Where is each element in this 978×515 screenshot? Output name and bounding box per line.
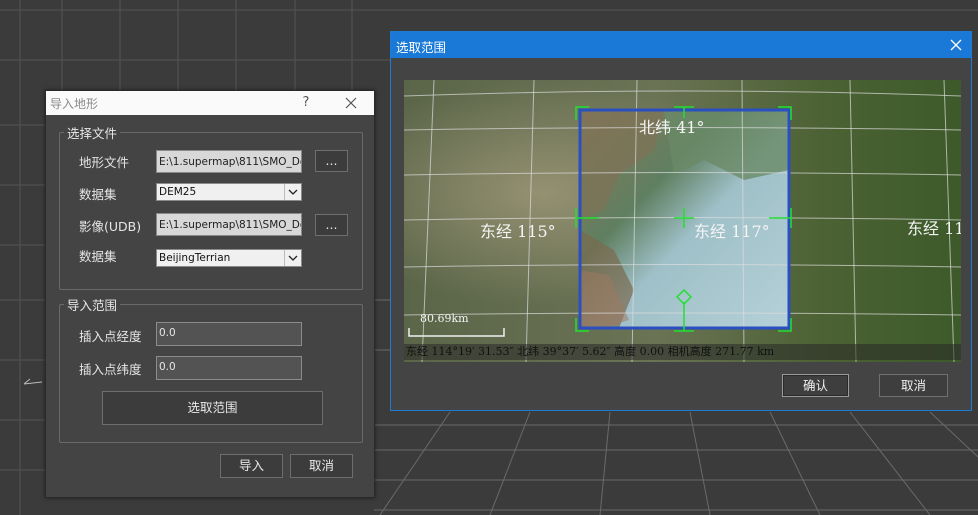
lon-label-right: 东经 11: [907, 219, 961, 238]
dataset-select-value: DEM25: [159, 186, 197, 198]
dataset2-select-value: BeijingTerrian: [159, 252, 231, 264]
file-group-label: 选择文件: [64, 123, 121, 142]
close-icon: [345, 97, 357, 109]
select-dialog-title: 选取范围: [396, 40, 447, 55]
import-dialog-close-button[interactable]: [340, 93, 362, 113]
terrain-file-path[interactable]: E:\1.supermap\811\SMO_Dot: [156, 150, 302, 173]
dataset2-label: 数据集: [79, 249, 117, 264]
insert-lat-label: 插入点纬度: [79, 362, 142, 377]
lon-label-left: 东经 115°: [480, 222, 556, 241]
select-range-dialog: 选取范围 北纬 41° 东经 115° 东经 117° 东经 11 80.69k…: [390, 31, 972, 411]
import-dialog-titlebar[interactable]: 导入地形 ?: [46, 91, 374, 115]
import-button[interactable]: 导入: [220, 454, 283, 478]
confirm-button[interactable]: 确认: [782, 374, 849, 397]
select-dialog-close-button[interactable]: [946, 35, 966, 55]
image-browse-button[interactable]: ...: [315, 214, 348, 236]
image-udb-label: 影像(UDB): [79, 219, 142, 234]
terrain-map[interactable]: 北纬 41° 东经 115° 东经 117° 东经 11 80.69km 东经 …: [404, 80, 961, 362]
close-icon: [950, 39, 962, 51]
select-range-button[interactable]: 选取范围: [102, 391, 323, 425]
insert-lon-input[interactable]: 0.0: [156, 322, 302, 346]
lon-label-mid: 东经 117°: [694, 222, 770, 241]
chevron-down-icon: [284, 250, 301, 266]
terrain-browse-button[interactable]: ...: [315, 150, 348, 172]
import-dialog-title: 导入地形: [50, 97, 99, 111]
terrain-file-label: 地形文件: [79, 155, 130, 170]
import-terrain-dialog: 导入地形 ? 选择文件 地形文件 E:\1.supermap\811\SMO_D…: [45, 90, 375, 498]
help-button[interactable]: ?: [296, 93, 316, 113]
select-dialog-titlebar[interactable]: 选取范围: [391, 32, 971, 58]
scale-label: 80.69km: [420, 312, 469, 325]
map-status-bar: 东经 114°19′ 31.53″ 北纬 39°37′ 5.62″ 高度 0.0…: [404, 344, 961, 360]
dataset-select[interactable]: DEM25: [156, 183, 302, 201]
image-file-path[interactable]: E:\1.supermap\811\SMO_Dot: [156, 213, 302, 236]
cancel-button[interactable]: 取消: [290, 454, 353, 478]
range-group-label: 导入范围: [64, 295, 121, 314]
dataset-label: 数据集: [79, 187, 117, 202]
insert-lat-input[interactable]: 0.0: [156, 356, 302, 380]
lat-label: 北纬 41°: [639, 118, 704, 137]
axis-gizmo-icon: [23, 378, 43, 385]
terrain-map-canvas[interactable]: 北纬 41° 东经 115° 东经 117° 东经 11 80.69km: [404, 80, 961, 362]
select-cancel-button[interactable]: 取消: [879, 374, 948, 397]
insert-lon-label: 插入点经度: [79, 329, 142, 344]
dataset2-select[interactable]: BeijingTerrian: [156, 249, 302, 267]
chevron-down-icon: [284, 184, 301, 200]
